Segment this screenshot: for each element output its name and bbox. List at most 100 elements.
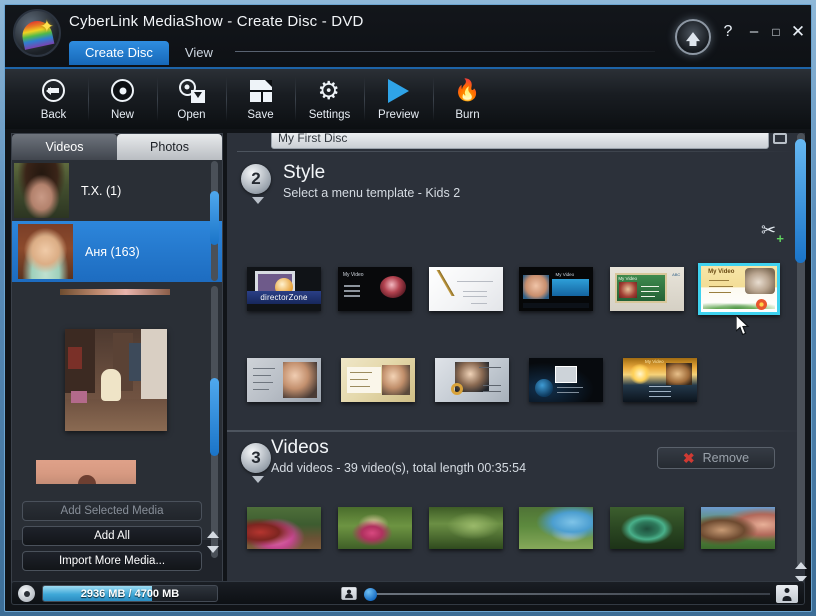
style-step-number: 2 xyxy=(241,164,271,194)
folder-thumbnail xyxy=(18,224,73,279)
list-item-label: T.X. (1) xyxy=(81,183,122,198)
template-kids-2[interactable]: My Video xyxy=(693,263,784,321)
folder-list-scrollbar[interactable] xyxy=(209,161,220,281)
sidebar-tab-bar: Videos Photos xyxy=(12,134,222,160)
scroll-up-arrow-icon[interactable] xyxy=(795,562,807,569)
partial-thumbnail-bottom xyxy=(36,460,136,484)
style-section: 2 Style Select a menu template - Kids 2 xyxy=(227,152,805,204)
remove-button-label: Remove xyxy=(702,451,750,465)
video-thumb-3[interactable] xyxy=(421,507,512,557)
selected-media-thumbnail[interactable] xyxy=(65,329,167,431)
toolbar-back-button[interactable]: Back xyxy=(19,69,88,129)
red-x-icon: ✖ xyxy=(682,450,695,466)
videos-section-divider xyxy=(227,430,805,432)
template-row-2: My Video xyxy=(239,358,784,412)
template-row-1: directorZone My Video My Video My Video xyxy=(239,263,784,321)
video-thumb-5[interactable] xyxy=(602,507,693,557)
sidebar-action-buttons: Add Selected Media Add All Import More M… xyxy=(22,501,202,576)
template-school-board[interactable]: My Video ABC xyxy=(602,267,693,321)
maximize-button[interactable]: □ xyxy=(765,23,787,41)
template-cream-family[interactable] xyxy=(333,358,427,412)
scrollbar-thumb[interactable] xyxy=(210,378,219,456)
template-dark-elegance[interactable]: My Video xyxy=(330,267,421,321)
sidebar-tab-photos[interactable]: Photos xyxy=(117,134,222,160)
sidebar-tab-videos[interactable]: Videos xyxy=(12,134,117,160)
mouse-pointer-icon xyxy=(736,315,750,336)
video-thumb-4[interactable] xyxy=(511,507,602,557)
open-folder-icon xyxy=(178,78,205,104)
thumbnail-size-slider[interactable] xyxy=(366,593,770,595)
caret-down-icon[interactable] xyxy=(252,197,264,204)
status-bar: 2936 MB / 4700 MB xyxy=(11,581,805,605)
thumbnail-size-slider-handle[interactable] xyxy=(364,588,377,601)
small-thumbnail-icon[interactable] xyxy=(341,587,357,600)
template-directorzone[interactable]: directorZone xyxy=(239,267,330,321)
media-preview-scrollbar[interactable] xyxy=(207,286,220,558)
scrollbar-thumb[interactable] xyxy=(795,139,806,263)
rainbow-star-logo-icon: ✦ xyxy=(13,9,61,57)
template-label: directorZone xyxy=(247,291,321,304)
back-arrow-icon xyxy=(42,78,65,104)
keyboard-icon[interactable] xyxy=(773,133,787,144)
large-thumbnail-icon[interactable] xyxy=(776,585,798,603)
style-section-subtitle: Select a menu template - Kids 2 xyxy=(283,186,461,200)
list-item[interactable]: T.X. (1) xyxy=(12,160,222,221)
floppy-disk-icon xyxy=(249,78,272,104)
partial-thumbnail-top xyxy=(60,289,170,295)
toolbar-preview-label: Preview xyxy=(378,108,419,121)
video-thumb-1[interactable] xyxy=(239,507,330,557)
list-item[interactable]: Аня (163) xyxy=(12,221,222,282)
toolbar-save-button[interactable]: Save xyxy=(226,69,295,129)
template-golden-sunset[interactable]: My Video xyxy=(615,358,709,412)
add-selected-media-button[interactable]: Add Selected Media xyxy=(22,501,202,521)
import-more-media-button[interactable]: Import More Media... xyxy=(22,551,202,571)
close-button[interactable]: ✕ xyxy=(787,23,809,41)
add-template-icon[interactable]: ✂ + xyxy=(761,221,784,245)
toolbar-settings-label: Settings xyxy=(308,108,351,121)
toolbar-preview-button[interactable]: Preview xyxy=(364,69,433,129)
disc-capacity-meter: 2936 MB / 4700 MB xyxy=(42,585,218,602)
scrollbar-thumb[interactable] xyxy=(210,191,219,245)
videos-step-number: 3 xyxy=(241,443,271,473)
window-title: CyberLink MediaShow - Create Disc - DVD xyxy=(69,13,364,30)
toolbar-open-button[interactable]: Open xyxy=(157,69,226,129)
media-sidebar: Videos Photos T.X. (1) Аня (163) Add Sel… xyxy=(11,133,223,585)
video-thumb-2[interactable] xyxy=(330,507,421,557)
scroll-up-arrow-icon[interactable] xyxy=(207,531,219,538)
disc-name-input[interactable]: My First Disc xyxy=(271,133,769,149)
capacity-label: 2936 MB / 4700 MB xyxy=(80,587,180,600)
up-arrow-icon[interactable] xyxy=(675,19,711,55)
application-window: ✦ CyberLink MediaShow - Create Disc - DV… xyxy=(4,4,812,612)
tab-create-disc[interactable]: Create Disc xyxy=(69,41,169,65)
remove-button[interactable]: ✖ Remove xyxy=(657,447,775,469)
disc-icon xyxy=(111,78,134,104)
video-thumbnail-strip xyxy=(239,507,784,557)
video-thumb-6[interactable] xyxy=(693,507,784,557)
toolbar-settings-button[interactable]: ⚙ Settings xyxy=(295,69,364,129)
desktop-background: ✦ CyberLink MediaShow - Create Disc - DV… xyxy=(0,0,816,616)
template-white-calligraphy[interactable] xyxy=(421,267,512,321)
template-dark-globe[interactable] xyxy=(521,358,615,412)
toolbar-open-label: Open xyxy=(177,108,206,121)
help-button[interactable]: ? xyxy=(717,23,739,41)
main-panel-scrollbar[interactable] xyxy=(794,133,807,585)
tab-view[interactable]: View xyxy=(169,41,229,65)
list-item-label: Аня (163) xyxy=(85,244,140,259)
caret-down-icon[interactable] xyxy=(252,476,264,483)
disc-icon xyxy=(18,585,35,602)
toolbar-burn-button[interactable]: 🔥 Burn xyxy=(433,69,502,129)
template-blue-wave[interactable]: My Video xyxy=(511,267,602,321)
template-grey-couple[interactable] xyxy=(239,358,333,412)
flame-icon: 🔥 xyxy=(454,78,481,102)
style-section-title: Style xyxy=(283,162,326,183)
toolbar-save-label: Save xyxy=(247,108,274,121)
add-all-button[interactable]: Add All xyxy=(22,526,202,546)
minimize-button[interactable]: – xyxy=(743,23,765,41)
disc-name-row: My First Disc xyxy=(227,133,805,151)
media-folder-list[interactable]: T.X. (1) Аня (163) xyxy=(12,160,222,282)
folder-thumbnail xyxy=(14,163,69,218)
main-toolbar: Back New Open Save ⚙ Settings Preview 🔥 … xyxy=(5,67,811,129)
toolbar-new-button[interactable]: New xyxy=(88,69,157,129)
template-wedding-rings[interactable] xyxy=(427,358,521,412)
scroll-down-arrow-icon[interactable] xyxy=(207,546,219,553)
